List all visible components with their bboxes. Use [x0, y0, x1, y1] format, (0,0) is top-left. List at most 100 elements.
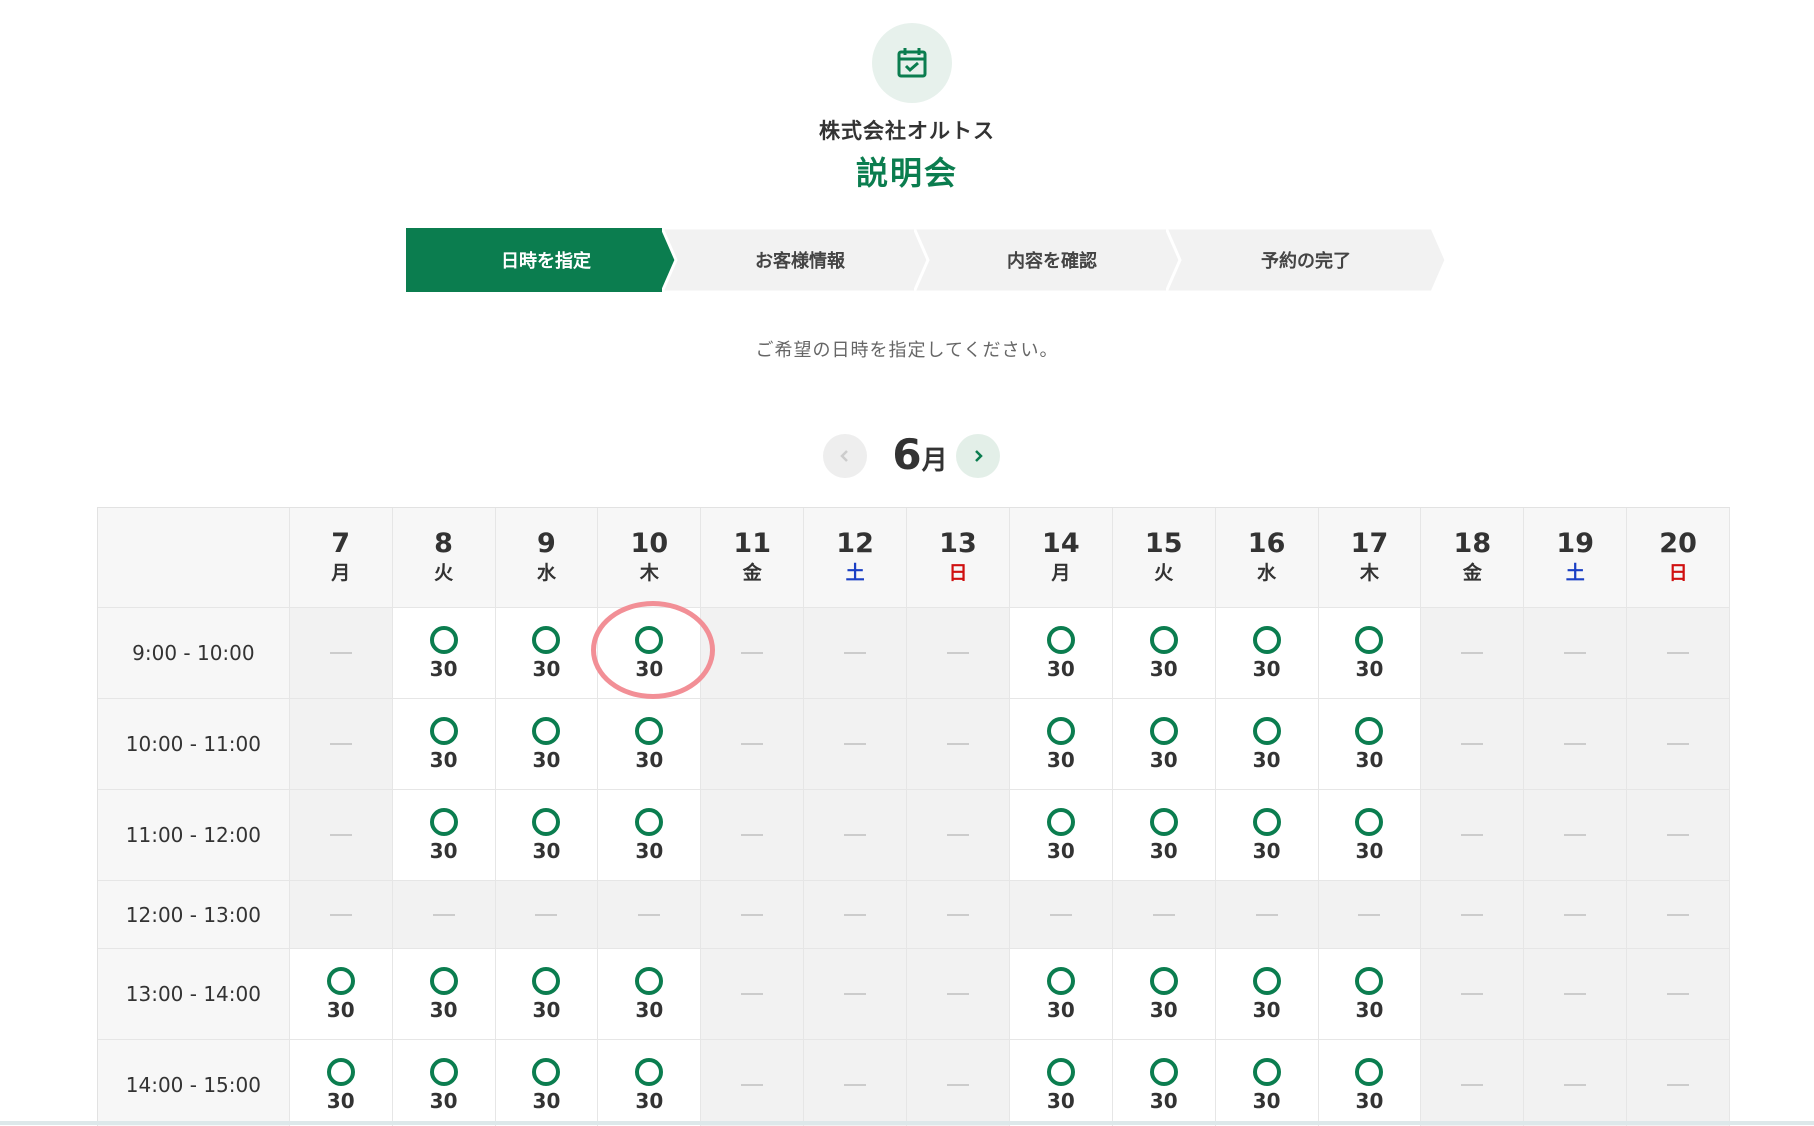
available-circle-icon — [532, 808, 561, 836]
slot-available[interactable]: 30 — [392, 1040, 496, 1126]
dash-icon — [1461, 993, 1484, 995]
slot-available[interactable]: 30 — [495, 1040, 599, 1126]
slot-available[interactable]: 30 — [289, 949, 393, 1040]
dash-icon — [1564, 743, 1587, 745]
slot-available[interactable]: 30 — [1215, 1040, 1319, 1126]
dash-icon — [946, 913, 969, 916]
time-range-label: 9:00 - 10:00 — [98, 608, 290, 699]
slot-available[interactable]: 30 — [1318, 790, 1422, 881]
available-circle-icon — [1355, 1058, 1384, 1086]
chevron-right-icon — [975, 450, 983, 462]
prev-month-button[interactable] — [823, 434, 867, 478]
slot-available[interactable]: 30 — [289, 1040, 393, 1126]
step-label: お客様情報 — [755, 251, 845, 272]
day-number: 14 — [1042, 527, 1080, 559]
next-month-button[interactable] — [956, 434, 1000, 478]
slot-available[interactable]: 30 — [495, 949, 599, 1040]
slot-available[interactable]: 30 — [1318, 699, 1422, 790]
slot-available[interactable]: 30 — [1009, 699, 1113, 790]
day-header: 8火 — [392, 508, 496, 608]
slot-available[interactable]: 30 — [392, 699, 496, 790]
available-circle-icon — [1252, 967, 1281, 995]
slot-available[interactable]: 30 — [1112, 699, 1216, 790]
slot-available[interactable]: 30 — [392, 608, 496, 699]
weekday-label: 日 — [948, 561, 968, 584]
dash-icon — [844, 834, 867, 836]
slot-unavailable — [907, 790, 1010, 881]
slot-available[interactable]: 30 — [1009, 790, 1113, 881]
slot-available[interactable]: 30 — [598, 699, 702, 790]
available-circle-icon — [1046, 1058, 1075, 1086]
slot-available[interactable]: 30 — [495, 790, 599, 881]
day-number: 15 — [1144, 527, 1183, 559]
slot-unavailable — [1627, 881, 1730, 949]
slot-capacity: 30 — [532, 1089, 561, 1113]
slot-capacity: 30 — [1046, 1089, 1075, 1113]
slot-unavailable — [804, 790, 908, 881]
slot-available[interactable]: 30 — [1215, 608, 1319, 699]
slot-unavailable — [804, 949, 908, 1040]
slot-available[interactable]: 30 — [495, 699, 599, 790]
day-header: 13 日 — [907, 508, 1010, 608]
weekday-label: 月 — [331, 561, 351, 584]
day-header: 17 木 — [1318, 508, 1422, 608]
day-header: 14 月 — [1009, 508, 1113, 608]
slot-available[interactable]: 30 — [598, 1040, 702, 1126]
dash-icon — [1564, 1084, 1587, 1086]
dash-icon — [741, 913, 764, 916]
slot-unavailable — [1009, 881, 1113, 949]
dash-icon — [1358, 913, 1381, 916]
dash-icon — [1564, 652, 1587, 654]
slot-capacity: 30 — [635, 839, 664, 863]
slot-unavailable — [1524, 881, 1628, 949]
dash-icon — [946, 834, 969, 836]
weekday-label: 金 — [742, 561, 762, 584]
dash-icon — [1667, 993, 1690, 995]
dash-icon — [329, 652, 352, 654]
slot-available[interactable]: 30 — [495, 608, 599, 699]
slot-available[interactable]: 30 — [1009, 608, 1113, 699]
slot-available[interactable]: 30 — [598, 790, 702, 881]
weekday-label: 水 — [536, 561, 556, 584]
slot-available[interactable]: 30 — [1112, 790, 1216, 881]
slot-available[interactable]: 30 — [1215, 790, 1319, 881]
slot-available[interactable]: 30 — [392, 790, 496, 881]
weekday-label: 木 — [1359, 561, 1379, 584]
weekday-label: 土 — [1565, 561, 1585, 584]
day-number: 9 — [537, 527, 556, 559]
dash-icon — [1461, 913, 1484, 916]
slot-available[interactable]: 30 — [1009, 949, 1113, 1040]
dash-icon — [946, 993, 969, 995]
step-customer-info: お客様情報 — [662, 228, 938, 292]
dash-icon — [1152, 913, 1175, 916]
slot-unavailable — [392, 881, 496, 949]
slot-capacity: 30 — [635, 1089, 664, 1113]
dash-icon — [946, 1084, 969, 1086]
availability-calendar: 7 月 8 火 9 水 10 木 11 金 12 土 13 日 14 月 15 火 16 水 17 木 18 金 19 土 20 日 9… — [97, 507, 1730, 1126]
slot-capacity: 30 — [532, 998, 561, 1022]
slot-available[interactable]: 30 — [1112, 1040, 1216, 1126]
available-circle-icon — [635, 717, 664, 745]
slot-unavailable — [701, 881, 805, 949]
slot-capacity: 30 — [532, 657, 561, 681]
slot-available[interactable]: 30 — [1318, 1040, 1422, 1126]
weekday-label: 日 — [1668, 561, 1688, 584]
dash-icon — [1564, 834, 1587, 836]
time-slot-row: 14:00 - 15:00 30 30 30 30 30 30 30 30 — [98, 1040, 1730, 1126]
slot-available[interactable]: 30 — [1112, 949, 1216, 1040]
slot-available[interactable]: 30 — [598, 608, 702, 699]
slot-available[interactable]: 30 — [392, 949, 496, 1040]
available-circle-icon — [429, 1058, 458, 1086]
slot-available[interactable]: 30 — [1009, 1040, 1113, 1126]
slot-available[interactable]: 30 — [1318, 608, 1422, 699]
slot-available[interactable]: 30 — [598, 949, 702, 1040]
slot-capacity: 30 — [1046, 657, 1075, 681]
slot-available[interactable]: 30 — [1112, 608, 1216, 699]
slot-available[interactable]: 30 — [1215, 949, 1319, 1040]
slot-available[interactable]: 30 — [1215, 699, 1319, 790]
step-complete: 予約の完了 — [1166, 228, 1446, 292]
slot-capacity: 30 — [635, 657, 664, 681]
dash-icon — [1049, 913, 1072, 916]
slot-capacity: 30 — [1149, 1089, 1178, 1113]
slot-available[interactable]: 30 — [1318, 949, 1422, 1040]
